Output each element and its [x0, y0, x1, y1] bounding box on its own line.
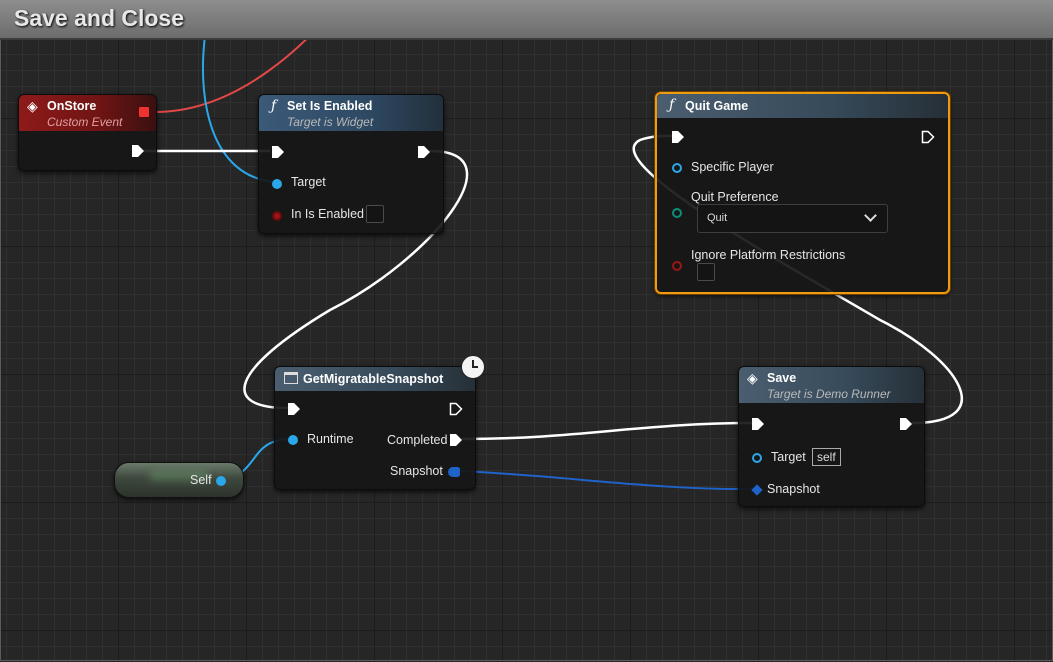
- completed-label: Completed: [387, 433, 448, 447]
- exec-in-pin-icon[interactable]: [671, 130, 685, 144]
- struct-wire-snapshot-to-save: [457, 470, 753, 491]
- exec-out-pin-icon[interactable]: [417, 145, 431, 159]
- in-is-enabled-checkbox[interactable]: [366, 205, 384, 223]
- node-get-migratable-snapshot[interactable]: GetMigratableSnapshot Runtime Completed …: [274, 366, 476, 490]
- self-pin-icon[interactable]: [216, 476, 226, 486]
- exec-in-pin-icon[interactable]: [751, 417, 765, 431]
- snapshot-label: Snapshot: [767, 482, 820, 496]
- function-icon: ƒ: [669, 97, 675, 113]
- graph-title-bar: Save and Close: [0, 0, 1053, 40]
- node-quit-game[interactable]: ƒ Quit Game Specific Player Quit Prefere…: [655, 92, 950, 294]
- specific-player-pin-icon[interactable]: [672, 163, 682, 173]
- macro-window-icon: [284, 372, 298, 384]
- quit-preference-dropdown[interactable]: Quit: [697, 204, 888, 233]
- delegate-pin-icon[interactable]: [139, 107, 149, 117]
- node-header: ƒ Quit Game: [657, 94, 948, 118]
- exec-in-pin-icon[interactable]: [271, 145, 285, 159]
- snapshot-pin-icon[interactable]: [751, 484, 763, 496]
- node-set-is-enabled[interactable]: ƒ Set Is Enabled Target is Widget Target…: [258, 94, 444, 234]
- node-subtitle: Custom Event: [47, 115, 123, 129]
- ignore-platform-checkbox[interactable]: [697, 263, 715, 281]
- event-diamond-icon: ◈: [27, 98, 38, 114]
- node-title: Set Is Enabled: [287, 99, 373, 113]
- target-pin-icon[interactable]: [752, 453, 762, 463]
- in-is-enabled-label: In Is Enabled: [291, 207, 364, 221]
- target-default-value: self: [812, 448, 841, 466]
- runtime-pin-icon[interactable]: [288, 435, 298, 445]
- function-diamond-icon: ◈: [747, 370, 758, 386]
- specific-player-label: Specific Player: [691, 160, 774, 174]
- exec-wire-completed-to-save: [461, 421, 753, 441]
- snapshot-pin-icon[interactable]: [448, 467, 460, 477]
- exec-out-pin-icon[interactable]: [899, 417, 913, 431]
- node-save[interactable]: ◈ Save Target is Demo Runner Target self…: [738, 366, 925, 507]
- target-label: Target: [291, 175, 326, 189]
- snapshot-label: Snapshot: [390, 464, 443, 478]
- self-label: Self: [190, 473, 212, 487]
- node-title: OnStore: [47, 99, 97, 113]
- exec-out-pin-icon[interactable]: [131, 144, 145, 158]
- function-icon: ƒ: [271, 98, 277, 114]
- latent-clock-icon: [461, 355, 485, 379]
- quit-preference-label: Quit Preference: [691, 190, 779, 204]
- node-title: Quit Game: [685, 99, 749, 113]
- node-header: ƒ Set Is Enabled Target is Widget: [259, 95, 443, 131]
- graph-title: Save and Close: [14, 5, 185, 31]
- node-onstore[interactable]: ◈ OnStore Custom Event: [18, 94, 157, 171]
- node-header: ◈ Save Target is Demo Runner: [739, 367, 924, 403]
- ignore-platform-pin-icon[interactable]: [672, 261, 682, 271]
- exec-in-pin-icon[interactable]: [287, 402, 301, 416]
- node-title: GetMigratableSnapshot: [303, 372, 444, 386]
- node-title: Save: [767, 371, 797, 385]
- quit-preference-pin-icon[interactable]: [672, 208, 682, 218]
- target-pin-icon[interactable]: [272, 179, 282, 189]
- exec-out-pin-icon[interactable]: [921, 130, 935, 144]
- chevron-down-icon: [864, 209, 877, 222]
- runtime-label: Runtime: [307, 432, 354, 446]
- bool-pin-icon[interactable]: [272, 211, 282, 221]
- ignore-platform-label: Ignore Platform Restrictions: [691, 248, 846, 262]
- node-header: GetMigratableSnapshot: [275, 367, 475, 391]
- node-subtitle: Target is Demo Runner: [767, 387, 891, 401]
- node-header: ◈ OnStore Custom Event: [19, 95, 156, 131]
- completed-exec-pin-icon[interactable]: [449, 433, 463, 447]
- node-self-reference[interactable]: Self: [114, 462, 244, 498]
- target-label: Target: [771, 450, 806, 464]
- quit-preference-value: Quit: [707, 212, 728, 224]
- exec-out-pin-icon[interactable]: [449, 402, 463, 416]
- node-subtitle: Target is Widget: [287, 115, 374, 129]
